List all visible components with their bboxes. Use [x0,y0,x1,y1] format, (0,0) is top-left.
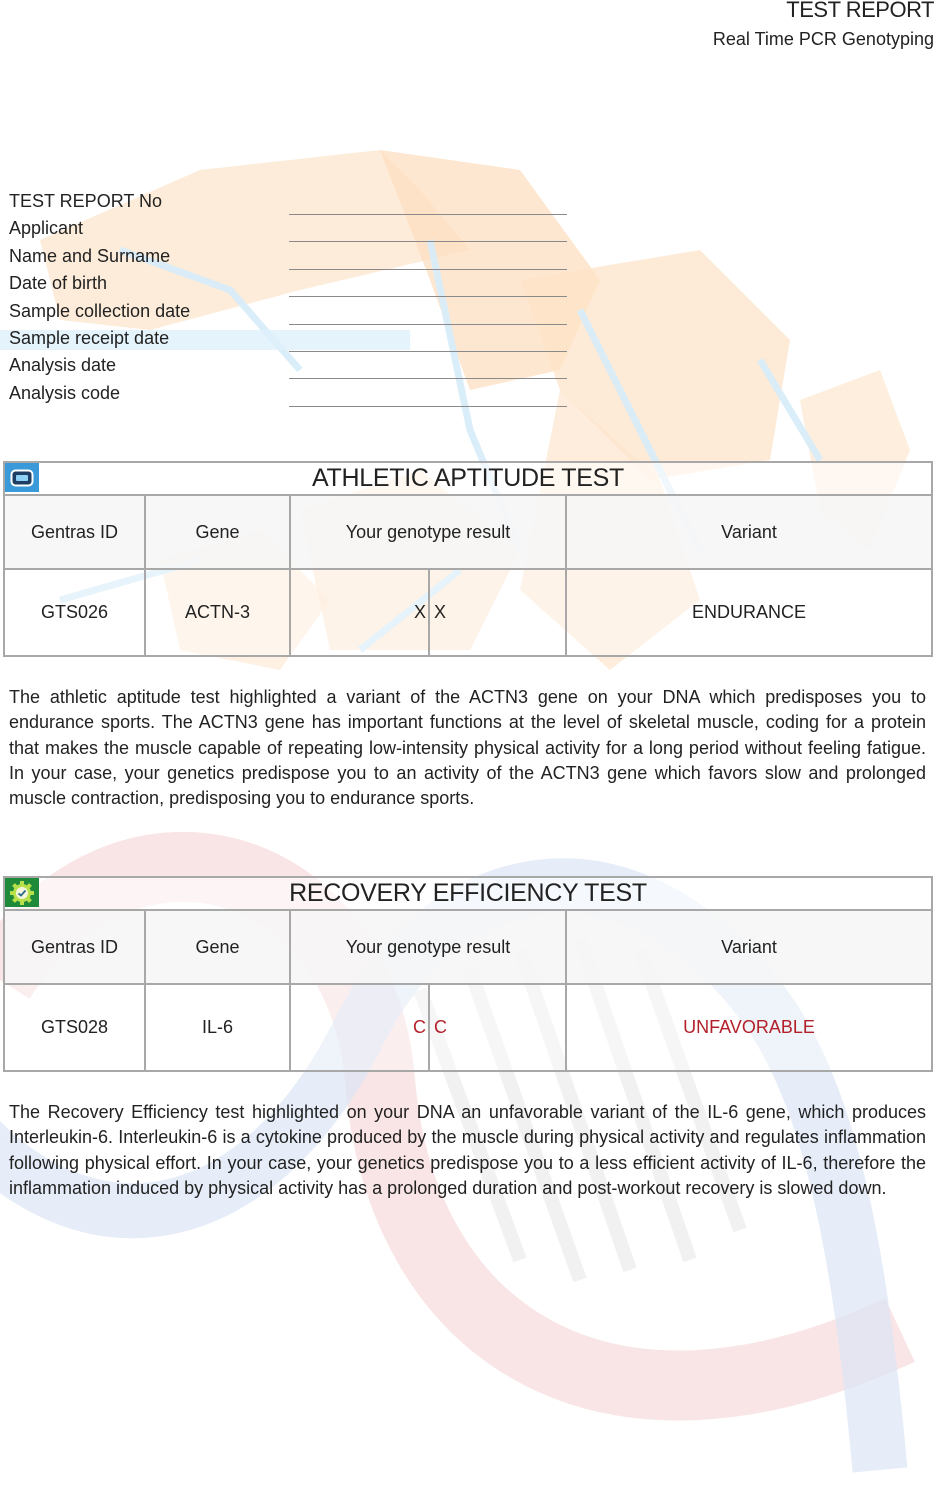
col-gene: Gene [144,909,291,985]
section-title-row: ATHLETIC APTITUDE TEST [3,461,933,494]
gentras-id-cell: GTS026 [3,568,146,657]
recovery-efficiency-section: RECOVERY EFFICIENCY TEST Gentras ID Gene… [3,876,933,1072]
field-label: TEST REPORT No [9,191,163,211]
table-row: GTS028 IL-6 C C UNFAVORABLE [3,983,933,1072]
field-label: Sample receipt date [9,327,170,348]
allele-2-cell: C [427,983,568,1072]
field-label: Sample collection date [9,300,191,321]
table-header-row: Gentras ID Gene Your genotype result Var… [3,909,933,985]
gentras-id-cell: GTS028 [3,983,146,1072]
gene-cell: ACTN-3 [144,568,291,657]
field-blank-line [289,241,567,243]
field-blank-line [289,296,567,298]
section-title-row: RECOVERY EFFICIENCY TEST [3,876,933,909]
field-date-of-birth: Date of birth [9,270,567,298]
allele-2-cell: X [427,568,568,657]
athletic-aptitude-section: ATHLETIC APTITUDE TEST Gentras ID Gene Y… [3,461,933,657]
field-blank-line [289,323,567,325]
field-analysis-date: Analysis date [9,352,567,380]
field-name-surname: Name and Surname [9,243,567,270]
report-subtitle: Real Time PCR Genotyping [712,29,934,49]
results-table: Gentras ID Gene Your genotype result Var… [3,909,933,1072]
section-title: ATHLETIC APTITUDE TEST [312,464,624,492]
field-label: Date of birth [9,273,108,294]
table-row: GTS026 ACTN-3 X X ENDURANCE [3,568,933,657]
field-label: Analysis date [9,355,117,376]
field-blank-line [289,350,567,352]
col-variant: Variant [565,494,933,570]
athletic-description: The athletic aptitude test highlighted a… [9,687,926,809]
field-sample-receipt-date: Sample receipt date [9,325,567,352]
col-gentras-id: Gentras ID [3,494,146,570]
col-genotype-result: Your genotype result [288,909,568,985]
field-blank-line [289,268,567,270]
variant-cell: UNFAVORABLE [565,983,933,1072]
gear-check-icon [5,878,39,907]
allele-1-cell: X [289,568,430,657]
field-blank-line [289,405,567,407]
field-report-no: TEST REPORT No [9,188,567,215]
results-table: Gentras ID Gene Your genotype result Var… [3,494,933,657]
field-blank-line [289,214,567,215]
variant-cell: ENDURANCE [565,568,933,657]
report-info-fields: TEST REPORT No Applicant Name and Surnam… [9,188,567,407]
field-sample-collection-date: Sample collection date [9,298,567,325]
report-header: TEST REPORT Real Time PCR Genotyping [712,0,935,52]
col-genotype-result: Your genotype result [288,494,568,570]
card-icon [5,463,39,492]
field-analysis-code: Analysis code [9,380,567,407]
gene-cell: IL-6 [144,983,291,1072]
col-gene: Gene [144,494,291,570]
recovery-description: The Recovery Efficiency test highlighted… [9,1102,926,1198]
field-blank-line [289,378,567,380]
col-gentras-id: Gentras ID [3,909,146,985]
report-title: TEST REPORT [786,0,934,22]
allele-1-cell: C [289,983,430,1072]
field-label: Name and Surname [9,245,171,266]
col-variant: Variant [565,909,933,985]
field-applicant: Applicant [9,215,567,243]
field-label: Applicant [9,218,84,239]
section-title: RECOVERY EFFICIENCY TEST [289,879,647,907]
table-header-row: Gentras ID Gene Your genotype result Var… [3,494,933,570]
field-label: Analysis code [9,382,121,403]
